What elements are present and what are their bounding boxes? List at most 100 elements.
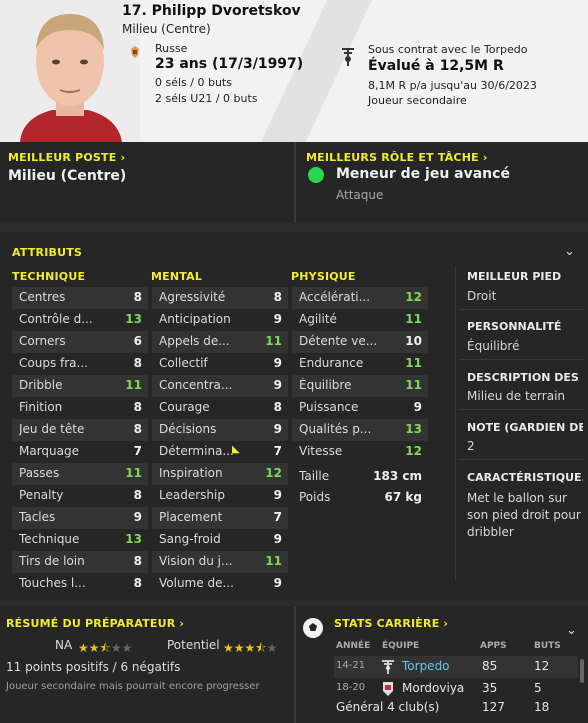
scrollbar[interactable]: [580, 659, 584, 683]
attribute-row[interactable]: Anticipation 9: [152, 309, 288, 331]
mordoviya-club-icon: [383, 682, 393, 696]
attribute-value: 9: [273, 356, 282, 370]
attribute-row[interactable]: Accélérati... 12: [292, 287, 428, 309]
star-icon: ★: [78, 641, 89, 655]
star-icon: ⯪: [99, 641, 111, 655]
team-link[interactable]: Torpedo: [402, 659, 450, 673]
attribute-row[interactable]: Finition 8: [12, 397, 148, 419]
star-icon: ★: [88, 641, 100, 655]
physical-title: PHYSIQUE: [291, 270, 356, 283]
player-header: 17. Philipp Dvoretskov Milieu (Centre) R…: [0, 0, 588, 142]
attribute-name: Agilité: [299, 312, 337, 326]
best-role-panel[interactable]: MEILLEURS RÔLE ET TÂCHE › Meneur de jeu …: [296, 142, 588, 223]
apps: 85: [482, 659, 498, 673]
attribute-name: Technique: [19, 532, 80, 546]
attribute-row[interactable]: Inspiration 12: [152, 463, 288, 485]
attribute-name: Concentra...: [159, 378, 233, 392]
attribute-name: Dribble: [19, 378, 63, 392]
coach-report-panel[interactable]: RÉSUMÉ DU PRÉPARATEUR › NA ★★⯪★★ Potenti…: [0, 607, 294, 723]
torpedo-club-icon[interactable]: [340, 46, 356, 68]
col-apps: APPS: [480, 641, 507, 651]
attribute-row[interactable]: Vitesse 12: [292, 441, 428, 463]
attribute-row[interactable]: Détente ve... 10: [292, 331, 428, 353]
best-position-value: Milieu (Centre): [8, 168, 127, 184]
attribute-value: 9: [273, 488, 282, 502]
attribute-row[interactable]: Collectif 9: [152, 353, 288, 375]
best-role-value: Meneur de jeu avancé: [336, 166, 510, 182]
col-team: ÉQUIPE: [382, 641, 420, 651]
attribute-row[interactable]: Touches l... 8: [12, 573, 148, 595]
best-position-panel[interactable]: MEILLEUR POSTE › Milieu (Centre): [0, 142, 294, 223]
attribute-name: Volume de...: [159, 576, 234, 590]
attributes-panel: ATTRIBUTS ⌄ TECHNIQUE MENTAL PHYSIQUE Ce…: [0, 232, 588, 600]
attribute-row[interactable]: Jeu de tête 8: [12, 419, 148, 441]
attribute-row[interactable]: Courage 8: [152, 397, 288, 419]
divider: [459, 409, 584, 410]
attribute-value: 8: [133, 290, 142, 304]
attribute-row[interactable]: Détermina... 7 ◣: [152, 441, 288, 463]
best-role-title[interactable]: MEILLEURS RÔLE ET TÂCHE ›: [306, 151, 488, 164]
career-stats-panel[interactable]: STATS CARRIÈRE › ⌄ ANNÉE ÉQUIPE APPS BUT…: [296, 607, 588, 723]
attribute-value: 9: [413, 400, 422, 414]
height-value: 183 cm: [373, 469, 422, 483]
attribute-name: Décisions: [159, 422, 217, 436]
star-icon: ★: [223, 641, 234, 655]
player-value: Évalué à 12,5M R: [368, 58, 504, 74]
best-position-title[interactable]: MEILLEUR POSTE ›: [8, 151, 125, 164]
attribute-row[interactable]: Appels de... 11: [152, 331, 288, 353]
attribute-row[interactable]: Tirs de loin 8: [12, 551, 148, 573]
attribute-row[interactable]: Endurance 11: [292, 353, 428, 375]
attribute-row[interactable]: Penalty 8: [12, 485, 148, 507]
attribute-value: 11: [405, 312, 422, 326]
attribute-row[interactable]: Sang-froid 9: [152, 529, 288, 551]
attribute-row[interactable]: Décisions 9: [152, 419, 288, 441]
table-row[interactable]: 14-21 Torpedo 85 12: [334, 656, 578, 678]
attribute-row[interactable]: Technique 13: [12, 529, 148, 551]
attribute-value: 9: [273, 422, 282, 436]
attribute-row[interactable]: Équilibre 11: [292, 375, 428, 397]
divider: [459, 459, 584, 460]
note-title: NOTE (GARDIEN DE...: [467, 421, 583, 434]
attribute-row[interactable]: Vision du j... 11: [152, 551, 288, 573]
attribute-name: Agressivité: [159, 290, 226, 304]
attribute-name: Jeu de tête: [19, 422, 85, 436]
col-goals: BUTS: [534, 641, 561, 651]
attribute-value: 12: [265, 466, 282, 480]
table-row[interactable]: 18-20 Mordoviya 35 5: [334, 678, 578, 700]
attribute-row[interactable]: Coups fra... 8: [12, 353, 148, 375]
career-title[interactable]: STATS CARRIÈRE ›: [334, 617, 448, 630]
attribute-row[interactable]: Corners 6: [12, 331, 148, 353]
attribute-row[interactable]: Leadership 9: [152, 485, 288, 507]
attribute-row[interactable]: Concentra... 9: [152, 375, 288, 397]
collapse-chevron-icon[interactable]: ⌄: [564, 244, 575, 259]
player-nationality[interactable]: Russe: [155, 42, 187, 55]
traits-title: CARACTÉRISTIQUE...: [467, 471, 583, 484]
coach-report-title[interactable]: RÉSUMÉ DU PRÉPARATEUR ›: [6, 617, 184, 630]
attribute-row[interactable]: Marquage 7: [12, 441, 148, 463]
attribute-row[interactable]: Qualités p... 13: [292, 419, 428, 441]
player-u21-caps: 2 séls U21 / 0 buts: [155, 92, 258, 105]
attribute-row[interactable]: Puissance 9: [292, 397, 428, 419]
attribute-row[interactable]: Tacles 9: [12, 507, 148, 529]
player-wage: 8,1M R p/a jusqu'au 30/6/2023: [368, 79, 537, 92]
attribute-value: 8: [133, 422, 142, 436]
attribute-row[interactable]: Volume de... 9: [152, 573, 288, 595]
goals: 12: [534, 659, 550, 673]
attribute-name: Collectif: [159, 356, 208, 370]
contract-status: Sous contrat avec le Torpedo: [368, 43, 528, 56]
player-photo: [0, 0, 140, 142]
description-value: Milieu de terrain: [467, 389, 566, 403]
attribute-row[interactable]: Contrôle d... 13: [12, 309, 148, 331]
attribute-name: Tirs de loin: [19, 554, 85, 568]
attribute-value: 9: [133, 510, 142, 524]
attribute-row[interactable]: Dribble 11: [12, 375, 148, 397]
collapse-chevron-icon[interactable]: ⌄: [566, 623, 577, 638]
attribute-row[interactable]: Agilité 11: [292, 309, 428, 331]
attribute-row[interactable]: Agressivité 8: [152, 287, 288, 309]
attribute-row[interactable]: Placement 7: [152, 507, 288, 529]
attribute-row[interactable]: Centres 8: [12, 287, 148, 309]
divider: [459, 309, 584, 310]
points-summary: 11 points positifs / 6 négatifs: [6, 660, 181, 674]
team-link[interactable]: Mordoviya: [402, 681, 464, 695]
attribute-row[interactable]: Passes 11: [12, 463, 148, 485]
